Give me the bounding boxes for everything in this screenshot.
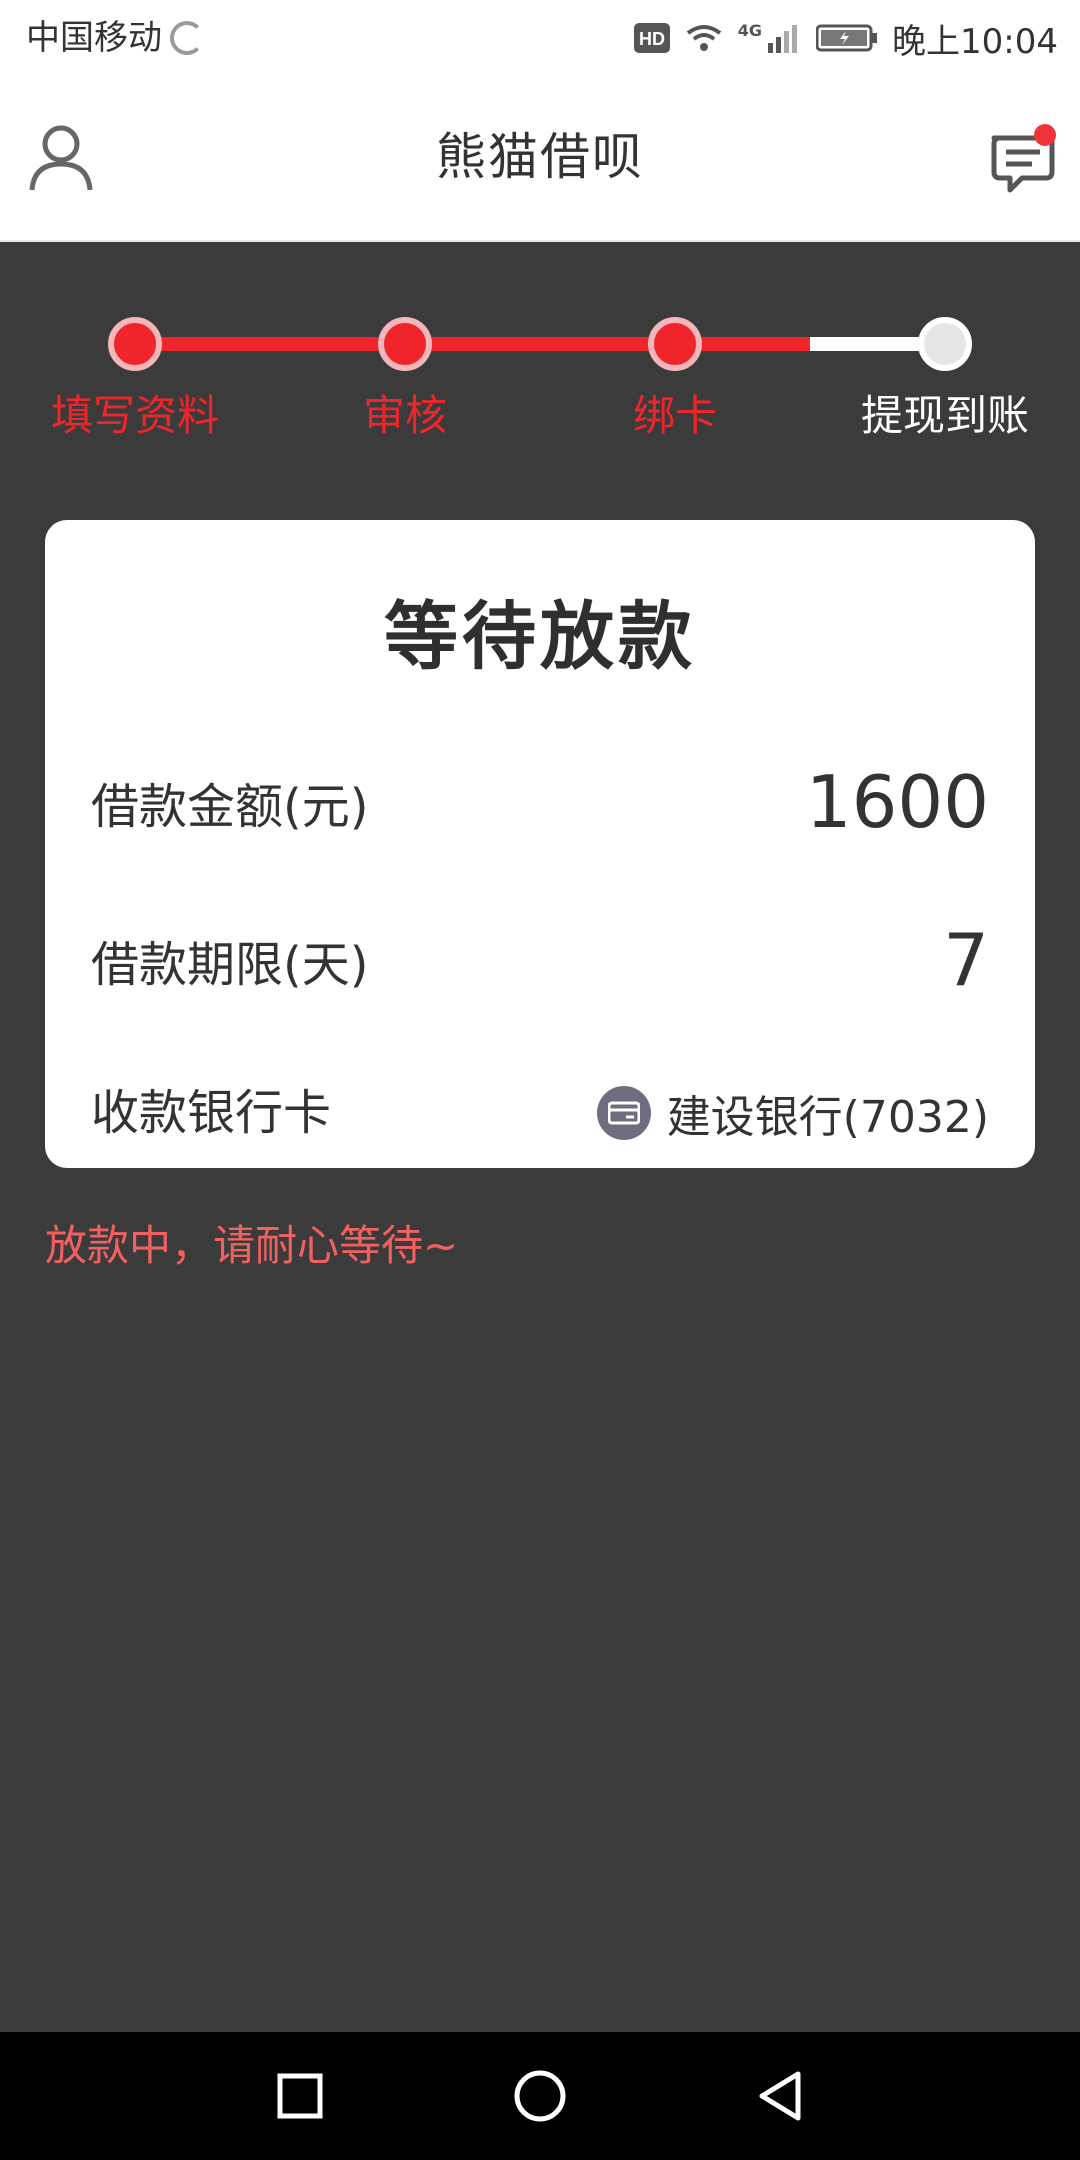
step-line-1 [135, 337, 405, 351]
step-dot-2 [378, 317, 432, 371]
loan-amount-label: 借款金额(元) [91, 779, 369, 835]
step-label-4: 提现到账 [860, 391, 1030, 440]
step-dot-4 [918, 317, 972, 371]
message-button[interactable] [988, 124, 1058, 196]
clock-time: 晚上10:04 [892, 21, 1058, 62]
step-dot-3 [648, 317, 702, 371]
home-circle-icon[interactable] [504, 2060, 576, 2132]
progress-steps: 填写资料 审核 绑卡 提现到账 [0, 300, 1080, 460]
status-right: HD 4G 晚上10:04 [633, 14, 1058, 62]
loan-status-card: 等待放款 借款金额(元) 1600 借款期限(天) 7 收款银行卡 建设银行(7… [45, 520, 1035, 1168]
battery-icon [816, 24, 878, 52]
bank-card-icon [596, 1086, 651, 1140]
app-header: 熊猫借呗 [0, 76, 1080, 242]
status-bar: 中国移动 HD 4G 晚上10:04 [0, 0, 1080, 76]
bank-card-row: 收款银行卡 建设银行(7032) [91, 1058, 989, 1168]
loan-term-value: 7 [943, 918, 989, 1002]
carrier-name: 中国移动 [26, 18, 162, 58]
loading-spinner-icon [170, 21, 204, 55]
loan-term-row: 借款期限(天) 7 [91, 910, 989, 1010]
loan-amount-row: 借款金额(元) 1600 [91, 752, 989, 852]
notification-dot [1034, 124, 1056, 146]
signal-icon [768, 25, 798, 53]
step-line-2 [405, 337, 675, 351]
bank-card-value: 建设银行(7032) [596, 1058, 989, 1168]
status-left: 中国移动 [26, 14, 204, 62]
recent-apps-square-icon[interactable] [264, 2060, 336, 2132]
navigation-bar [0, 2032, 1080, 2160]
loan-term-label: 借款期限(天) [91, 937, 369, 993]
step-label-1: 填写资料 [50, 391, 220, 440]
back-triangle-icon[interactable] [744, 2060, 816, 2132]
bank-card-name: 建设银行(7032) [666, 1092, 989, 1143]
step-label-2: 审核 [362, 391, 448, 440]
page-title: 熊猫借呗 [436, 128, 644, 186]
svg-text:HD: HD [639, 29, 665, 49]
network-type: 4G [737, 20, 763, 40]
card-title: 等待放款 [384, 594, 696, 680]
bank-card-label: 收款银行卡 [91, 1085, 332, 1141]
step-label-3: 绑卡 [632, 391, 718, 440]
step-dot-1 [108, 317, 162, 371]
hd-icon: HD [633, 23, 670, 53]
wifi-icon [686, 25, 721, 51]
loan-amount-value: 1600 [805, 760, 989, 844]
disbursement-status-message: 放款中，请耐心等待~ [45, 1221, 459, 1270]
